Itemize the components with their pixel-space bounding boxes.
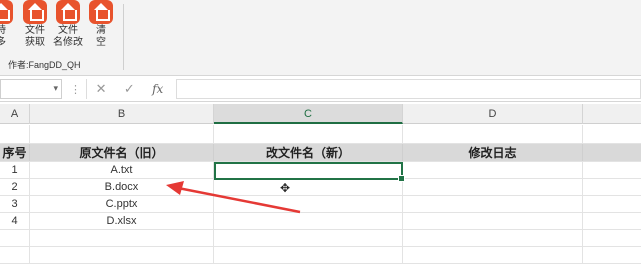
ribbon-button-label: 文件 名修改 xyxy=(53,25,83,48)
formula-bar: ▾ ⋮ ✕ ✓ fx xyxy=(0,77,641,102)
cell[interactable] xyxy=(30,247,214,263)
cell-index[interactable]: 1 xyxy=(0,162,30,178)
cell[interactable] xyxy=(214,230,403,246)
cell[interactable] xyxy=(0,247,30,263)
cell-old-name[interactable]: C.pptx xyxy=(30,196,214,212)
cell-index[interactable]: 4 xyxy=(0,213,30,229)
active-cell-selection[interactable] xyxy=(214,162,405,182)
ribbon-button-label: 文件 获取 xyxy=(25,25,45,48)
cell-log[interactable] xyxy=(403,213,583,229)
cell-new-name[interactable] xyxy=(214,179,403,195)
home-folder-icon xyxy=(23,0,47,24)
cell[interactable] xyxy=(214,125,403,143)
table-row xyxy=(0,247,641,264)
header-cell-index[interactable]: 序号 xyxy=(0,144,30,161)
cell-new-name[interactable] xyxy=(214,196,403,212)
ribbon-separator xyxy=(123,4,124,70)
chevron-down-icon[interactable]: ▾ xyxy=(53,83,58,94)
home-folder-icon xyxy=(89,0,113,24)
cell[interactable] xyxy=(214,247,403,263)
cell-log[interactable] xyxy=(403,196,583,212)
ribbon-button-label: 時 多 xyxy=(0,25,6,48)
cell[interactable] xyxy=(403,230,583,246)
table-row xyxy=(0,125,641,144)
cell-old-name[interactable]: A.txt xyxy=(30,162,214,178)
cell-old-name[interactable]: B.docx xyxy=(30,179,214,195)
home-folder-icon xyxy=(0,0,13,24)
ribbon-button-0[interactable]: 時 多 xyxy=(0,0,16,49)
file-fetch-button[interactable]: 文件 获取 xyxy=(20,0,50,49)
formula-buttons: ✕ ✓ fx xyxy=(86,79,172,99)
column-header-c[interactable]: C xyxy=(214,104,403,124)
home-folder-icon xyxy=(56,0,80,24)
file-rename-button[interactable]: 文件 名修改 xyxy=(53,0,83,49)
cell-index[interactable]: 2 xyxy=(0,179,30,195)
drag-handle-icon[interactable]: ⋮ xyxy=(70,83,81,96)
table-row xyxy=(0,230,641,247)
crosshair-cursor-icon: ✥ xyxy=(280,181,291,195)
cell[interactable] xyxy=(30,230,214,246)
cell[interactable] xyxy=(0,230,30,246)
cell[interactable] xyxy=(403,125,583,143)
clear-button[interactable]: 清 空 xyxy=(86,0,116,49)
cell-index[interactable]: 3 xyxy=(0,196,30,212)
cell[interactable] xyxy=(0,125,30,143)
column-header-a[interactable]: A xyxy=(0,104,30,124)
column-header-b[interactable]: B xyxy=(30,104,214,124)
cell-log[interactable] xyxy=(403,179,583,195)
cell[interactable] xyxy=(403,247,583,263)
table-header-row: 序号 原文件名（旧） 改文件名（新） 修改日志 xyxy=(0,144,641,162)
table-row: 4 D.xlsx xyxy=(0,213,641,230)
name-box[interactable]: ▾ xyxy=(0,79,62,99)
cell[interactable] xyxy=(30,125,214,143)
formula-input[interactable] xyxy=(176,79,641,99)
cell-new-name[interactable] xyxy=(214,213,403,229)
cancel-icon[interactable]: ✕ xyxy=(96,81,107,97)
table-row: 2 B.docx xyxy=(0,179,641,196)
ribbon: 時 多 文件 获取 文件 名修改 清 空 作者:FangDD_QH xyxy=(0,0,641,76)
header-cell-log[interactable]: 修改日志 xyxy=(403,144,583,161)
worksheet-grid: 序号 原文件名（旧） 改文件名（新） 修改日志 1 A.txt 2 B.docx… xyxy=(0,125,641,269)
column-header-d[interactable]: D xyxy=(403,104,583,124)
insert-function-icon[interactable]: fx xyxy=(152,82,163,96)
header-cell-new-name[interactable]: 改文件名（新） xyxy=(214,144,403,161)
header-cell-old-name[interactable]: 原文件名（旧） xyxy=(30,144,214,161)
ribbon-group-label: 作者:FangDD_QH xyxy=(8,60,81,70)
column-header-row: A B C D xyxy=(0,104,641,124)
ribbon-button-label: 清 空 xyxy=(96,25,106,48)
cell-log[interactable] xyxy=(403,162,583,178)
confirm-icon[interactable]: ✓ xyxy=(124,81,135,97)
table-row: 3 C.pptx xyxy=(0,196,641,213)
cell-old-name[interactable]: D.xlsx xyxy=(30,213,214,229)
